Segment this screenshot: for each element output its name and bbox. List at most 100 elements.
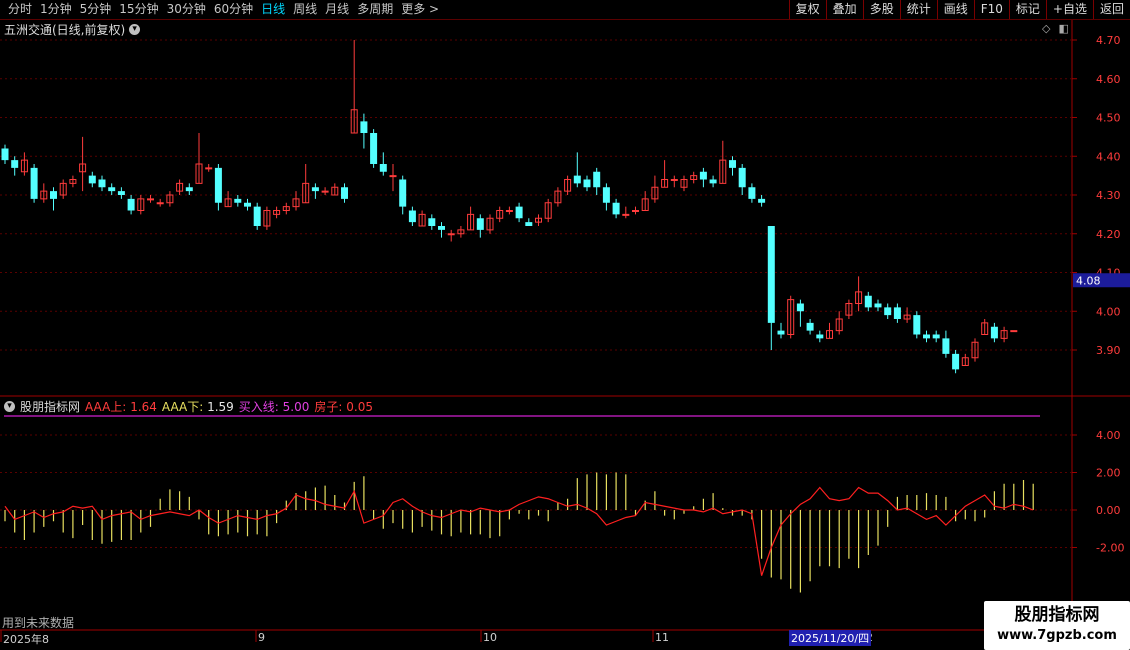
toolbar: 分时 1分钟 5分钟 15分钟 30分钟 60分钟 日线 周线 月线 多周期 更多 > 复权 叠加 多股… [0,0,1130,20]
candle-body [1010,330,1018,333]
candle-body [932,334,940,339]
toolbar-button[interactable]: 统计 [899,0,937,19]
price-tick-label: 4.00 [1096,305,1121,318]
period-tab[interactable]: 多周期 [353,0,397,19]
toolbar-button[interactable]: 画线 [936,0,974,19]
candle-body [913,315,921,335]
period-tab[interactable]: 60分钟 [210,0,257,19]
candle-body [360,121,368,133]
price-tick-label: 4.40 [1096,150,1121,163]
aaa-down-label: AAA下: [161,400,204,414]
candle-body [622,213,630,216]
candle-body [515,206,523,219]
candle-body [670,179,678,181]
toolbar-button[interactable]: 叠加 [825,0,863,19]
period-tab[interactable]: 5分钟 [76,0,116,19]
chevron-down-icon[interactable]: ▾ [129,24,141,35]
candle-body [602,187,610,203]
kline-chart[interactable]: 4.704.604.504.404.304.204.104.003.904.08… [0,0,1130,650]
price-tick-label: 4.70 [1096,34,1121,47]
panel-toggle-icon[interactable]: ◧ [1058,22,1068,35]
candle-body [234,198,242,203]
date-label: 11 [655,631,669,644]
indicator-line [4,486,1034,576]
period-tab[interactable]: 30分钟 [163,0,210,19]
candle-body [874,303,882,308]
chart-corner-icons: ◇ ◧ [1042,22,1069,35]
chart-title-bar: 五洲交通(日线,前复权) ▾ [4,21,141,38]
indicator-tick-label: 0.00 [1096,504,1121,517]
candle-body [952,353,960,370]
candle-body [738,167,746,188]
candle-body [583,179,591,188]
price-tick-label: 3.90 [1096,344,1121,357]
indicator-name[interactable]: 股朋指标网 [20,398,80,415]
chevron-down-icon[interactable]: ▾ [4,401,15,412]
aaa-up-label: AAA上: [85,400,127,414]
aaa-down-value: 1.59 [207,400,234,414]
house-label: 房子: [314,400,343,414]
candle-body [525,222,533,226]
candle-body [1,148,9,161]
date-label: 10 [483,631,497,644]
candle-body [88,175,96,184]
candle-body [796,303,804,312]
candle-body [205,167,213,170]
candle-body [816,334,824,339]
watermark-logo: 股朋指标网 www.7gpzb.com [984,601,1130,650]
period-tab[interactable]: 月线 [321,0,353,19]
candle-body [370,133,378,164]
watermark-title: 股朋指标网 [1014,605,1100,625]
candle-body [893,307,901,319]
period-tab[interactable]: 15分钟 [115,0,162,19]
candle-body [864,295,872,308]
candle-body [729,160,736,168]
toolbar-button[interactable]: 复权 [788,0,826,19]
candle-body [777,330,785,335]
candle-body [98,179,106,188]
period-tab[interactable]: 更多 > [397,0,443,19]
toolbar-buttons: 复权 叠加 多股 统计 画线 F10 标记 +自选 返回 [788,0,1130,19]
toolbar-button[interactable]: 多股 [862,0,900,19]
indicator-header: ▾ 股朋指标网 AAA上: 1.64 AAA下: 1.59 买入线: 5.00 … [4,398,373,415]
candle-body [117,191,125,195]
candle-body [311,187,319,192]
toolbar-button[interactable]: F10 [973,0,1009,19]
candle-body [593,171,601,188]
candle-body [244,202,251,207]
date-axis: 2025年8 9 10 11 2 2025/11/20/四 [0,630,1072,650]
diamond-icon[interactable]: ◇ [1042,22,1050,35]
candle-body [438,226,445,230]
period-tab[interactable]: 分时 [4,0,36,19]
toolbar-button[interactable]: 返回 [1092,0,1130,19]
period-tabs: 分时 1分钟 5分钟 15分钟 30分钟 60分钟 日线 周线 月线 多周期 更多 > [4,0,443,19]
price-tick-label: 4.20 [1096,228,1121,241]
candle-body [573,175,581,184]
candle-body [709,179,717,184]
candle-body [447,233,455,236]
candle-body [884,307,892,316]
period-tab[interactable]: 日线 [257,0,289,19]
period-tab[interactable]: 1分钟 [36,0,76,19]
candle-body [127,198,135,211]
price-tick-label: 4.60 [1096,73,1121,86]
candle-body [341,187,348,199]
toolbar-button[interactable]: 标记 [1008,0,1046,19]
indicator-tick-label: -2.00 [1096,542,1124,555]
toolbar-button[interactable]: +自选 [1045,0,1093,19]
candle-body [806,322,814,331]
candle-body [505,210,513,212]
candle-body [399,179,407,207]
candle-body [476,218,484,230]
buy-line-label: 买入线: [238,400,279,414]
date-label: 2025年8 [3,633,49,646]
period-tab[interactable]: 周线 [289,0,321,19]
candle-body [632,210,639,212]
candle-body [147,198,154,201]
candle-body [389,175,397,178]
date-label: 9 [258,631,265,644]
candle-body [923,334,930,339]
price-tick-label: 4.30 [1096,189,1121,202]
candle-body [990,326,998,339]
candle-body [408,210,416,223]
